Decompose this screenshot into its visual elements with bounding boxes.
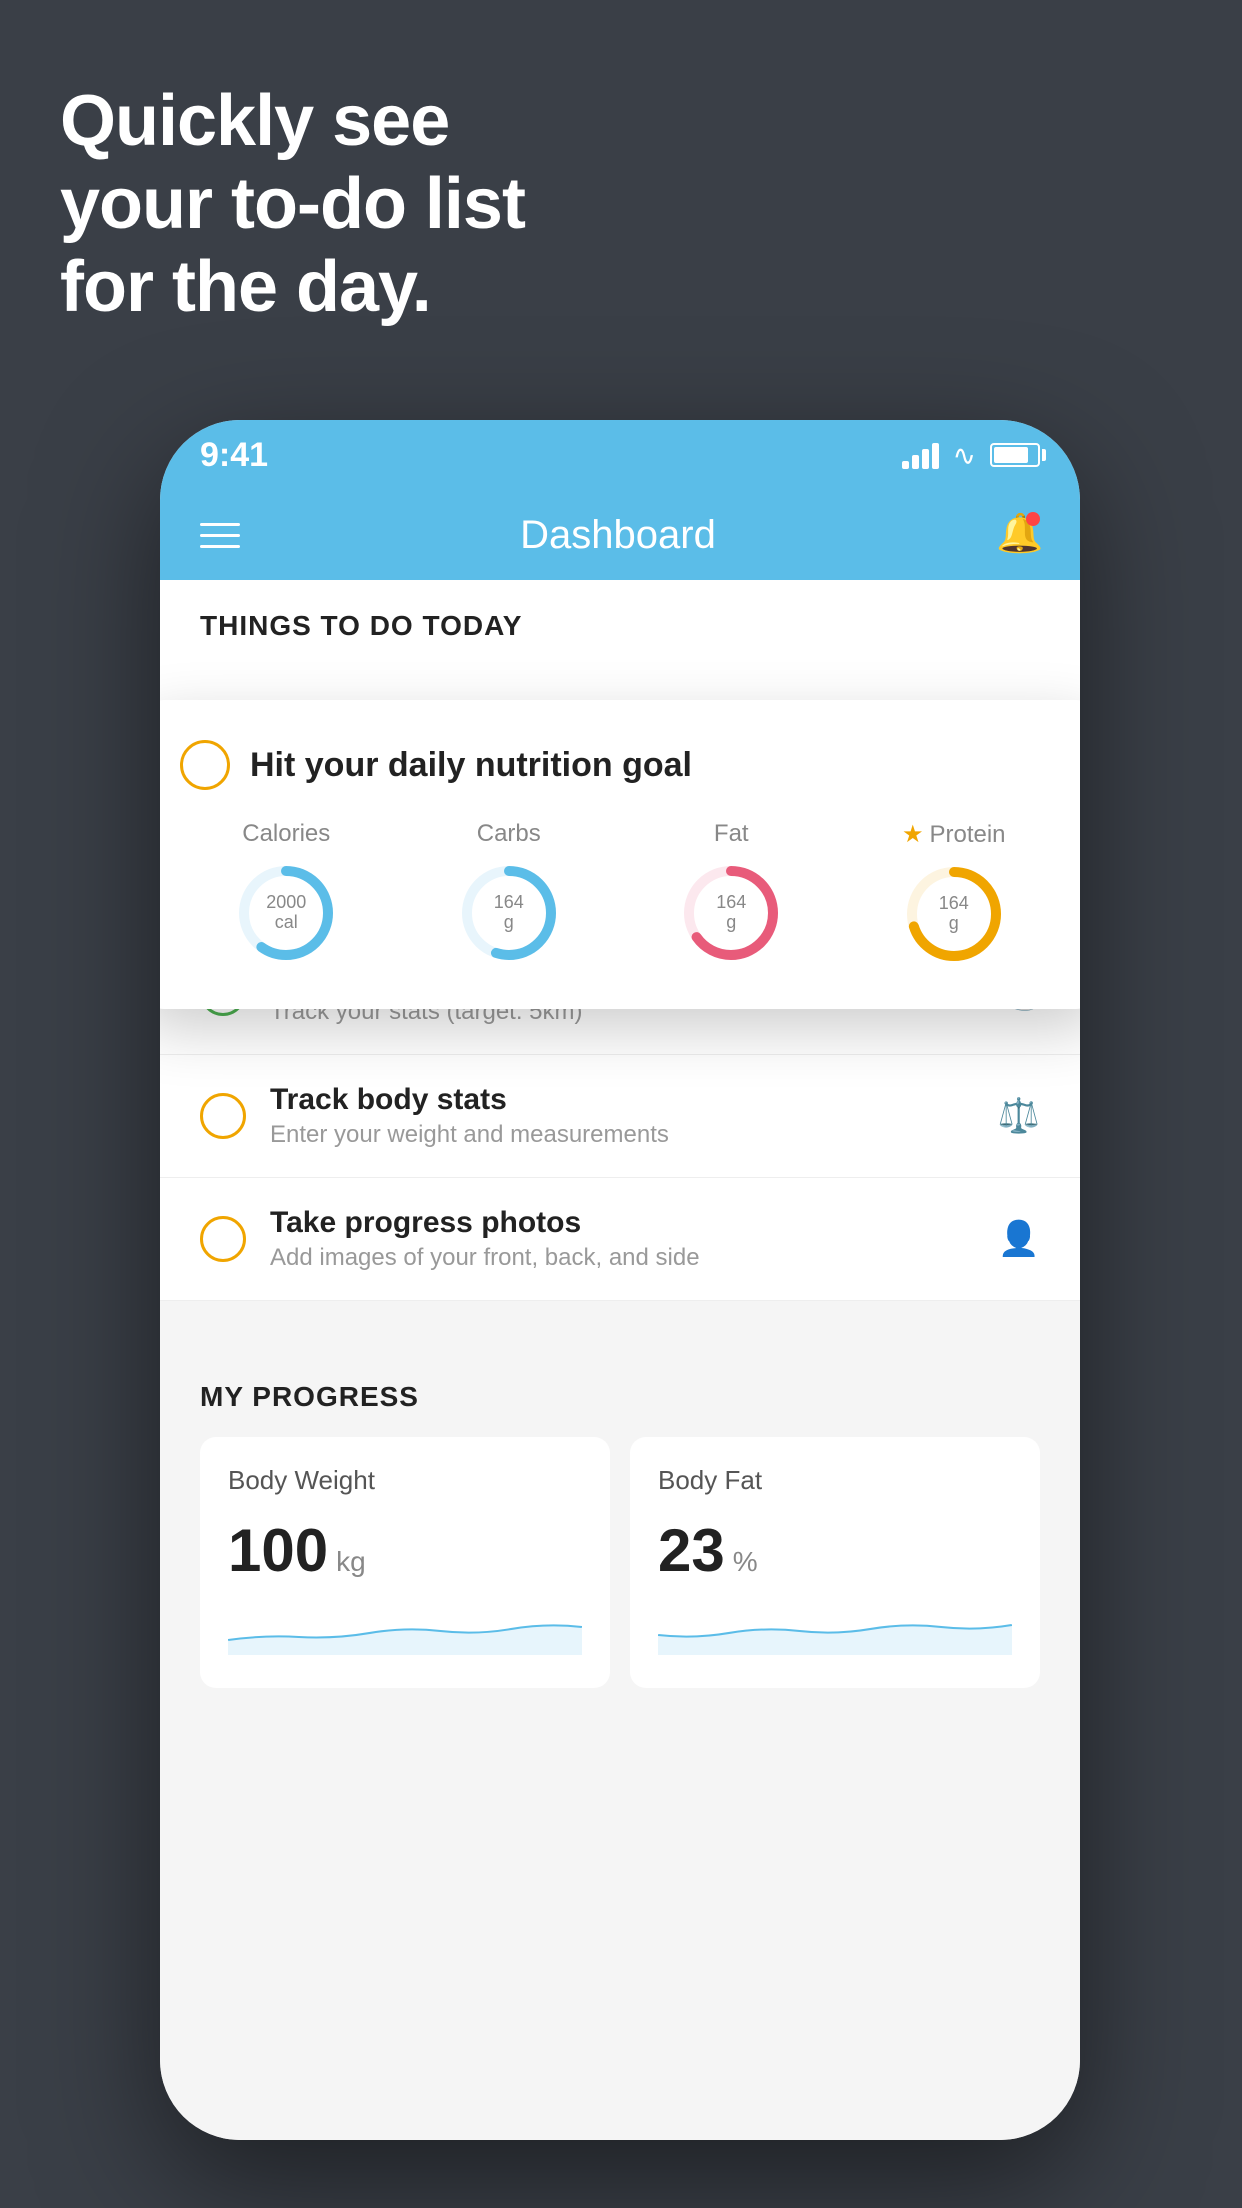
- things-header: THINGS TO DO TODAY: [160, 580, 1080, 672]
- progress-photos-icon: 👤: [998, 1219, 1040, 1259]
- protein-item: ★ Protein 164 g: [899, 820, 1009, 969]
- menu-button[interactable]: [200, 523, 240, 548]
- body-fat-card: Body Fat 23 %: [630, 1437, 1040, 1688]
- nutrition-goals: Calories 2000 cal: [180, 820, 1060, 969]
- carbs-label: Carbs: [477, 820, 541, 848]
- fat-label: Fat: [714, 820, 749, 848]
- carbs-donut: 164 g: [454, 858, 564, 968]
- notification-button[interactable]: 🔔: [996, 512, 1040, 558]
- notification-badge: [1026, 512, 1040, 526]
- body-weight-value: 100 kg: [228, 1516, 582, 1585]
- protein-label: ★ Protein: [902, 820, 1006, 849]
- progress-photos-checkbox[interactable]: [200, 1216, 246, 1262]
- body-weight-label: Body Weight: [228, 1465, 582, 1496]
- progress-title: MY PROGRESS: [200, 1381, 1040, 1413]
- star-icon: ★: [902, 820, 924, 849]
- body-weight-unit: kg: [336, 1546, 366, 1578]
- card-header: Hit your daily nutrition goal: [180, 740, 1060, 790]
- body-fat-number: 23: [658, 1516, 725, 1585]
- things-title: THINGS TO DO TODAY: [200, 610, 1040, 642]
- progress-photos-desc: Add images of your front, back, and side: [270, 1244, 974, 1272]
- body-weight-number: 100: [228, 1516, 328, 1585]
- calories-value: 2000 cal: [231, 858, 341, 968]
- signal-icon: [902, 441, 939, 469]
- fat-donut: 164 g: [676, 858, 786, 968]
- body-weight-card: Body Weight 100 kg: [200, 1437, 610, 1688]
- todo-progress-photos[interactable]: Take progress photos Add images of your …: [160, 1178, 1080, 1301]
- hero-text: Quickly see your to-do list for the day.: [60, 80, 525, 328]
- nutrition-checkbox[interactable]: [180, 740, 230, 790]
- body-fat-label: Body Fat: [658, 1465, 1012, 1496]
- carbs-value: 164 g: [454, 858, 564, 968]
- body-fat-value: 23 %: [658, 1516, 1012, 1585]
- body-stats-icon: ⚖️: [998, 1096, 1040, 1136]
- page-title: Dashboard: [520, 513, 716, 558]
- body-stats-info: Track body stats Enter your weight and m…: [270, 1083, 974, 1149]
- progress-photos-name: Take progress photos: [270, 1206, 974, 1240]
- phone-frame: 9:41 ∿ Dashboard 🔔: [160, 420, 1080, 2140]
- body-fat-unit: %: [733, 1546, 758, 1578]
- protein-donut: 164 g: [899, 859, 1009, 969]
- phone-content: THINGS TO DO TODAY Hit your daily nutrit…: [160, 580, 1080, 2140]
- calories-label: Calories: [242, 820, 330, 848]
- things-section: THINGS TO DO TODAY Hit your daily nutrit…: [160, 580, 1080, 1301]
- carbs-item: Carbs 164 g: [454, 820, 564, 969]
- progress-section: MY PROGRESS Body Weight 100 kg B: [160, 1341, 1080, 1708]
- protein-value: 164 g: [899, 859, 1009, 969]
- status-time: 9:41: [200, 436, 268, 475]
- body-stats-checkbox[interactable]: [200, 1093, 246, 1139]
- body-stats-desc: Enter your weight and measurements: [270, 1121, 974, 1149]
- nutrition-card-title: Hit your daily nutrition goal: [250, 746, 692, 785]
- fat-value: 164 g: [676, 858, 786, 968]
- progress-photos-info: Take progress photos Add images of your …: [270, 1206, 974, 1272]
- nutrition-card: Hit your daily nutrition goal Calories: [160, 700, 1080, 1009]
- body-stats-name: Track body stats: [270, 1083, 974, 1117]
- calories-donut: 2000 cal: [231, 858, 341, 968]
- todo-body-stats[interactable]: Track body stats Enter your weight and m…: [160, 1055, 1080, 1178]
- nav-bar: Dashboard 🔔: [160, 490, 1080, 580]
- wifi-icon: ∿: [953, 439, 976, 472]
- fat-item: Fat 164 g: [676, 820, 786, 969]
- progress-cards: Body Weight 100 kg Body Fat 23 %: [200, 1437, 1040, 1688]
- calories-item: Calories 2000 cal: [231, 820, 341, 969]
- body-weight-chart: [228, 1605, 582, 1655]
- status-icons: ∿: [902, 439, 1040, 472]
- status-bar: 9:41 ∿: [160, 420, 1080, 490]
- battery-icon: [990, 443, 1040, 467]
- body-fat-chart: [658, 1605, 1012, 1655]
